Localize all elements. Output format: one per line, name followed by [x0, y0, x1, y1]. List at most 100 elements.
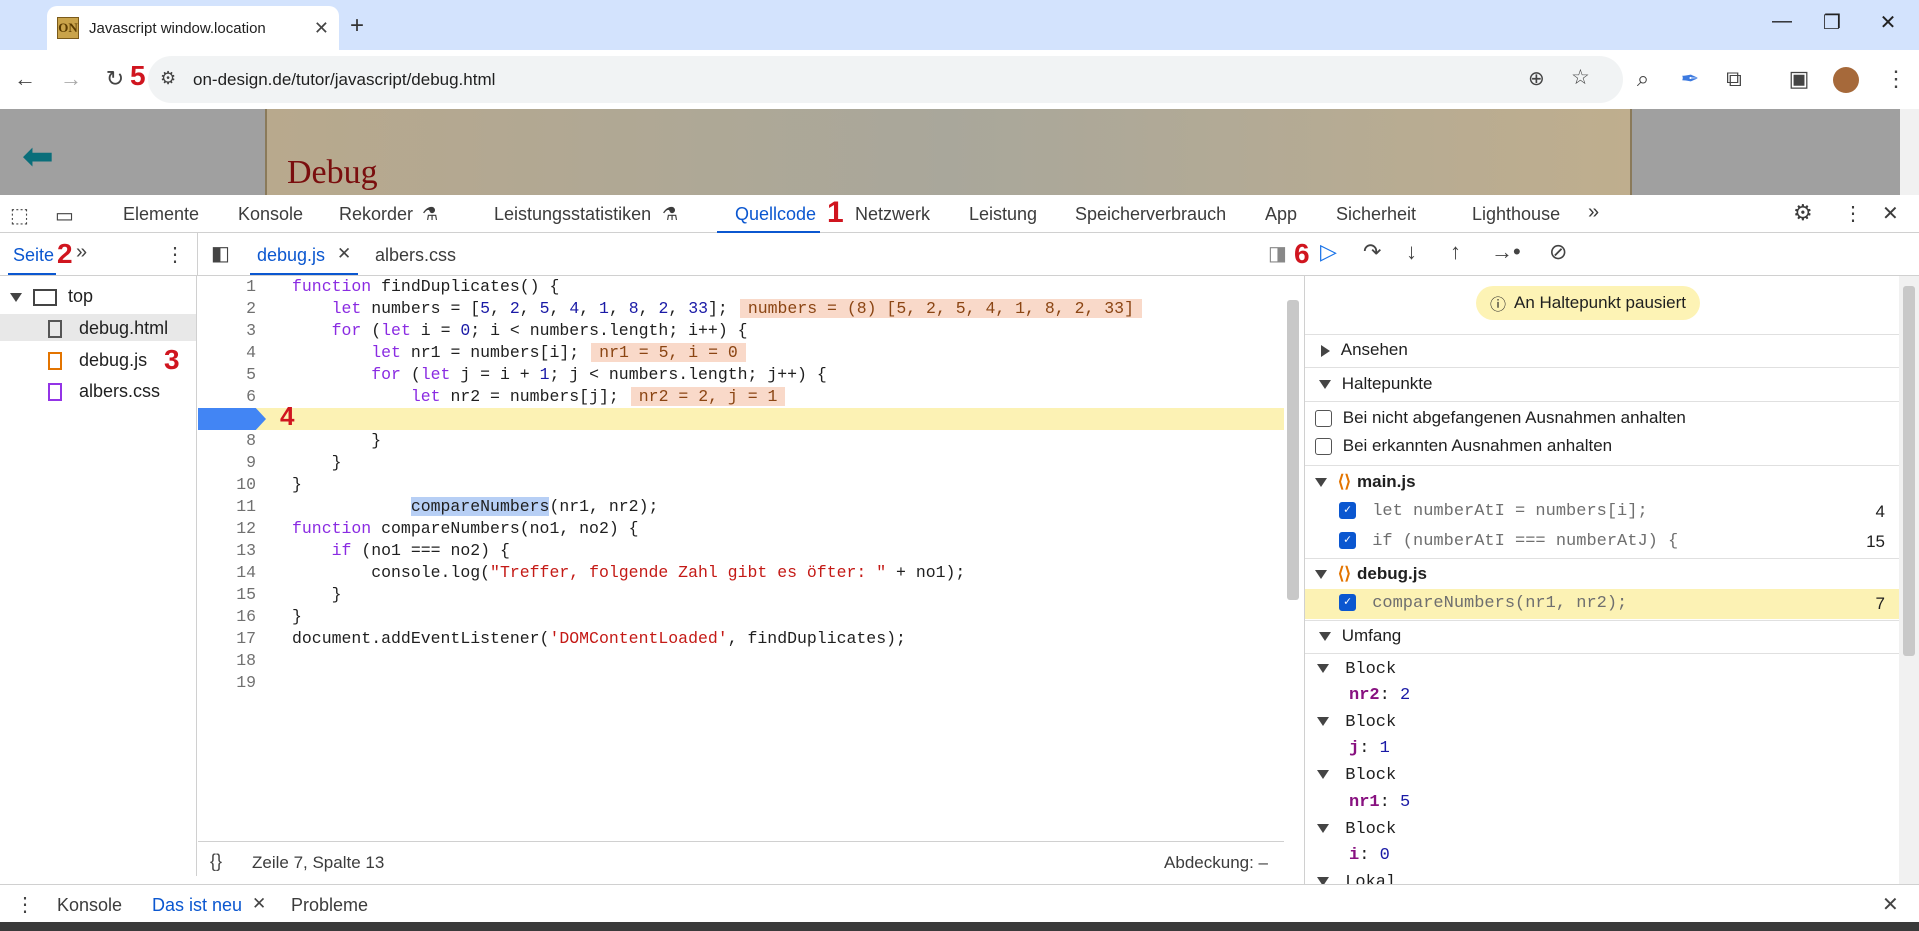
- tab-speicherverbrauch[interactable]: Speicherverbrauch: [1075, 204, 1226, 225]
- browser-tab[interactable]: ON Javascript window.location ✕: [47, 6, 339, 50]
- more-navigator-icon[interactable]: »: [76, 241, 87, 264]
- step-into-icon[interactable]: ↓: [1406, 239, 1417, 265]
- line-number[interactable]: 1: [198, 276, 256, 298]
- close-editor-tab-icon[interactable]: ✕: [337, 244, 351, 264]
- line-number[interactable]: 15: [198, 584, 256, 606]
- drawer-tab-konsole[interactable]: Konsole: [57, 895, 122, 916]
- extension-feather-icon[interactable]: ✒: [1675, 66, 1705, 92]
- tab-leistungsstatistiken[interactable]: Leistungsstatistiken: [494, 204, 651, 225]
- tab-quellcode[interactable]: Quellcode: [735, 204, 816, 225]
- section-scope[interactable]: Umfang: [1319, 626, 1401, 646]
- tab-seite[interactable]: Seite: [13, 245, 54, 266]
- drawer-tab-probleme[interactable]: Probleme: [291, 895, 368, 916]
- drawer-menu-icon[interactable]: ⋮: [15, 892, 35, 917]
- line-number[interactable]: 2: [198, 298, 256, 320]
- bp-file-debug-js[interactable]: ⟨⟩ debug.js: [1315, 564, 1427, 584]
- file-debug-html[interactable]: debug.html: [48, 318, 168, 339]
- line-number[interactable]: 3: [198, 320, 256, 342]
- step-icon[interactable]: →•: [1491, 239, 1521, 265]
- navigator-menu-icon[interactable]: ⋮: [165, 242, 185, 267]
- breakpoint-marker[interactable]: [198, 408, 266, 430]
- tab-konsole[interactable]: Konsole: [238, 204, 303, 225]
- line-number[interactable]: 18: [198, 650, 256, 672]
- editor-scrollbar[interactable]: [1286, 280, 1300, 835]
- tab-elemente[interactable]: Elemente: [123, 204, 199, 225]
- step-out-icon[interactable]: ↑: [1450, 239, 1461, 265]
- editor-tab-debug-js[interactable]: debug.js: [257, 245, 325, 266]
- back-icon[interactable]: ←: [10, 66, 40, 92]
- close-devtools-icon[interactable]: ✕: [1882, 201, 1899, 226]
- toggle-navigator-icon[interactable]: ◧: [211, 241, 230, 266]
- section-watch[interactable]: Ansehen: [1321, 340, 1408, 360]
- reload-icon[interactable]: ↻: [100, 66, 130, 92]
- pause-uncaught-checkbox[interactable]: Bei nicht abgefangenen Ausnahmen anhalte…: [1315, 408, 1686, 428]
- tab-leistung[interactable]: Leistung: [969, 204, 1037, 225]
- back-arrow-icon[interactable]: ⬅: [22, 138, 64, 176]
- devtools-menu-icon[interactable]: ⋮: [1843, 201, 1863, 226]
- browser-menu-icon[interactable]: ⋮: [1881, 66, 1911, 92]
- forward-icon[interactable]: →: [56, 66, 86, 92]
- new-tab-icon[interactable]: +: [350, 12, 364, 40]
- site-info-icon[interactable]: ⚙: [160, 68, 176, 89]
- checkbox-checked[interactable]: ✓: [1339, 532, 1356, 550]
- drawer-tab-whats-new[interactable]: Das ist neu: [152, 895, 242, 916]
- sidebar-scroll-thumb[interactable]: [1903, 286, 1915, 656]
- tree-top[interactable]: top: [10, 286, 93, 307]
- search-icon[interactable]: ⌕: [1628, 66, 1658, 92]
- line-number[interactable]: 6: [198, 386, 256, 408]
- device-toolbar-icon[interactable]: ▭: [55, 203, 74, 228]
- tab-rekorder[interactable]: Rekorder: [339, 204, 413, 225]
- close-drawer-tab-icon[interactable]: ✕: [252, 894, 266, 914]
- minimize-icon[interactable]: —: [1762, 10, 1802, 33]
- line-number[interactable]: 10: [198, 474, 256, 496]
- close-tab-icon[interactable]: ✕: [314, 18, 329, 39]
- tab-sicherheit[interactable]: Sicherheit: [1336, 204, 1416, 225]
- pretty-print-icon[interactable]: {}: [210, 851, 222, 872]
- checkbox-checked[interactable]: ✓: [1339, 594, 1356, 612]
- bookmark-star-icon[interactable]: ☆: [1571, 65, 1590, 90]
- restore-icon[interactable]: ❐: [1812, 10, 1852, 35]
- side-panel-icon[interactable]: ▣: [1784, 66, 1814, 92]
- line-number[interactable]: 5: [198, 364, 256, 386]
- avatar[interactable]: [1833, 67, 1859, 93]
- pause-caught-checkbox[interactable]: Bei erkannten Ausnahmen anhalten: [1315, 436, 1612, 456]
- tab-netzwerk[interactable]: Netzwerk: [855, 204, 930, 225]
- scope-block[interactable]: Block: [1317, 660, 1396, 679]
- scope-block[interactable]: Block: [1317, 766, 1396, 785]
- close-drawer-icon[interactable]: ✕: [1882, 892, 1899, 917]
- line-number[interactable]: 16: [198, 606, 256, 628]
- breakpoint-item[interactable]: ✓ let numberAtI = numbers[i];: [1339, 502, 1648, 521]
- editor-tab-albers-css[interactable]: albers.css: [375, 245, 456, 266]
- scope-block[interactable]: Block: [1317, 820, 1396, 839]
- editor-scroll-thumb[interactable]: [1287, 300, 1299, 600]
- zoom-icon[interactable]: ⊕: [1528, 66, 1545, 91]
- line-number[interactable]: 8: [198, 430, 256, 452]
- more-tabs-icon[interactable]: »: [1588, 201, 1599, 224]
- breakpoint-item[interactable]: ✓ compareNumbers(nr1, nr2);: [1339, 594, 1627, 613]
- line-number[interactable]: 9: [198, 452, 256, 474]
- settings-gear-icon[interactable]: ⚙: [1793, 200, 1813, 226]
- code-editor[interactable]: 1 function findDuplicates() { 2 let numbe…: [198, 276, 1284, 841]
- line-number[interactable]: 17: [198, 628, 256, 650]
- tab-app[interactable]: App: [1265, 204, 1297, 225]
- line-number[interactable]: 14: [198, 562, 256, 584]
- line-number[interactable]: 11: [198, 496, 256, 518]
- scope-block[interactable]: Block: [1317, 713, 1396, 732]
- step-over-icon[interactable]: ↷: [1363, 239, 1381, 265]
- breakpoint-item[interactable]: ✓ if (numberAtI === numberAtJ) {: [1339, 532, 1678, 551]
- file-debug-js[interactable]: debug.js: [48, 350, 147, 371]
- resume-icon[interactable]: ▷: [1320, 239, 1337, 265]
- section-breakpoints[interactable]: Haltepunkte: [1319, 374, 1432, 394]
- page-scrollbar[interactable]: [1900, 109, 1919, 195]
- line-number[interactable]: 19: [198, 672, 256, 694]
- deactivate-breakpoints-icon[interactable]: ⊘: [1549, 239, 1567, 265]
- inspect-element-icon[interactable]: ⬚: [10, 203, 29, 228]
- line-number[interactable]: 4: [198, 342, 256, 364]
- scope-local-partial[interactable]: Lokal: [1317, 873, 1396, 884]
- extensions-icon[interactable]: ⧉: [1719, 66, 1749, 92]
- checkbox-checked[interactable]: ✓: [1339, 502, 1356, 520]
- bp-file-main-js[interactable]: ⟨⟩ main.js: [1315, 472, 1416, 492]
- sidebar-scrollbar[interactable]: [1899, 276, 1919, 884]
- toggle-debugger-icon[interactable]: ◨: [1268, 241, 1287, 266]
- line-number[interactable]: 13: [198, 540, 256, 562]
